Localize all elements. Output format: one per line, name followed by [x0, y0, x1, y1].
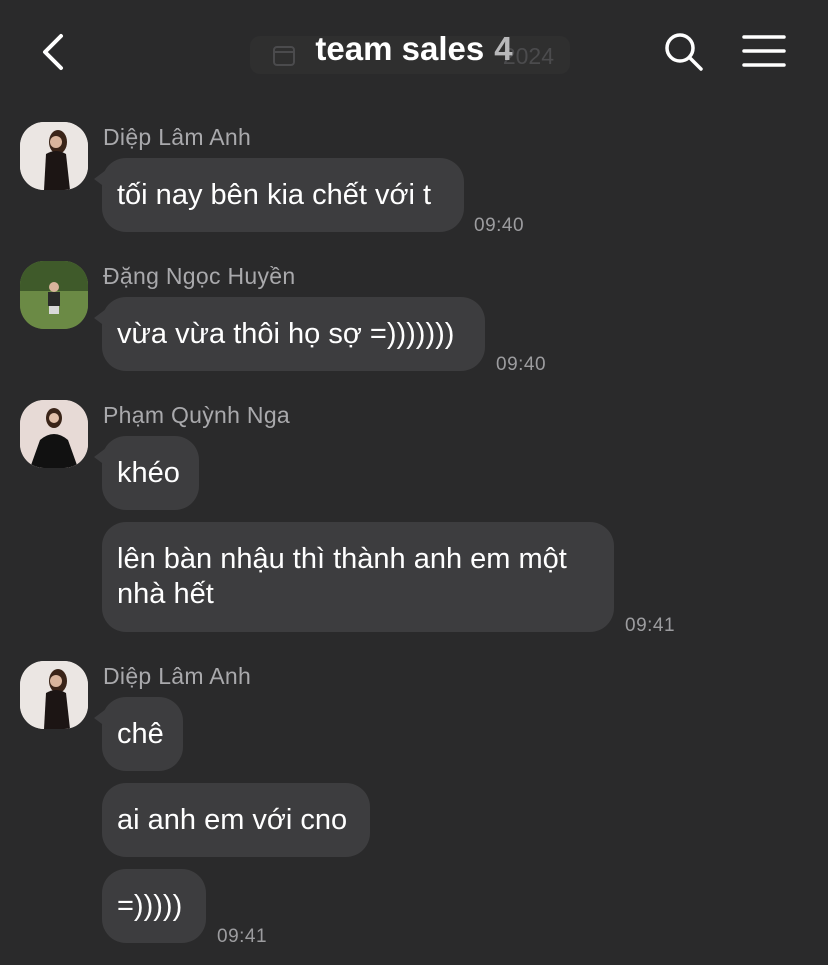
menu-button[interactable]: [740, 32, 788, 72]
search-button[interactable]: [662, 30, 706, 74]
chat-header: 2024 team sales 4: [0, 0, 828, 105]
message-text: lên bàn nhậu thì thành anh em một: [117, 543, 567, 575]
message-time: 09:40: [474, 215, 525, 236]
message-bubble[interactable]: lên bàn nhậu thì thành anh em một nhà hế…: [102, 522, 614, 632]
message-bubble[interactable]: khéo: [94, 436, 199, 510]
avatar[interactable]: [20, 122, 88, 190]
avatar[interactable]: [20, 261, 88, 329]
message-text: nhà hết: [117, 578, 214, 610]
sender-name: Diệp Lâm Anh: [103, 663, 252, 689]
sender-name: Diệp Lâm Anh: [103, 124, 252, 150]
group-name: team sales: [315, 30, 485, 67]
message-text: chê: [117, 718, 164, 750]
message-text: ai anh em với cno: [117, 804, 348, 836]
sender-name: Đặng Ngọc Huyền: [103, 263, 296, 289]
message-bubble[interactable]: vừa vừa thôi họ sợ =))))))): [94, 297, 485, 371]
message-bubble[interactable]: tối nay bên kia chết với t: [94, 158, 464, 232]
menu-icon: [742, 35, 786, 67]
message-bubble[interactable]: =))))): [102, 869, 206, 943]
message-time: 09:41: [625, 615, 676, 636]
avatar[interactable]: [20, 661, 88, 729]
message-text: khéo: [117, 457, 180, 489]
message-bubble[interactable]: ai anh em với cno: [102, 783, 370, 857]
member-count: 4: [494, 30, 513, 67]
message-time: 09:41: [217, 926, 268, 947]
search-icon: [665, 33, 703, 71]
avatar[interactable]: [20, 400, 88, 468]
message-text: =))))): [117, 890, 183, 922]
message-text: tối nay bên kia chết với t: [117, 179, 432, 211]
message-bubble[interactable]: chê: [94, 697, 183, 771]
message-time: 09:40: [496, 354, 547, 375]
message-text: vừa vừa thôi họ sợ =))))))): [117, 318, 455, 350]
sender-name: Phạm Quỳnh Nga: [103, 402, 291, 428]
